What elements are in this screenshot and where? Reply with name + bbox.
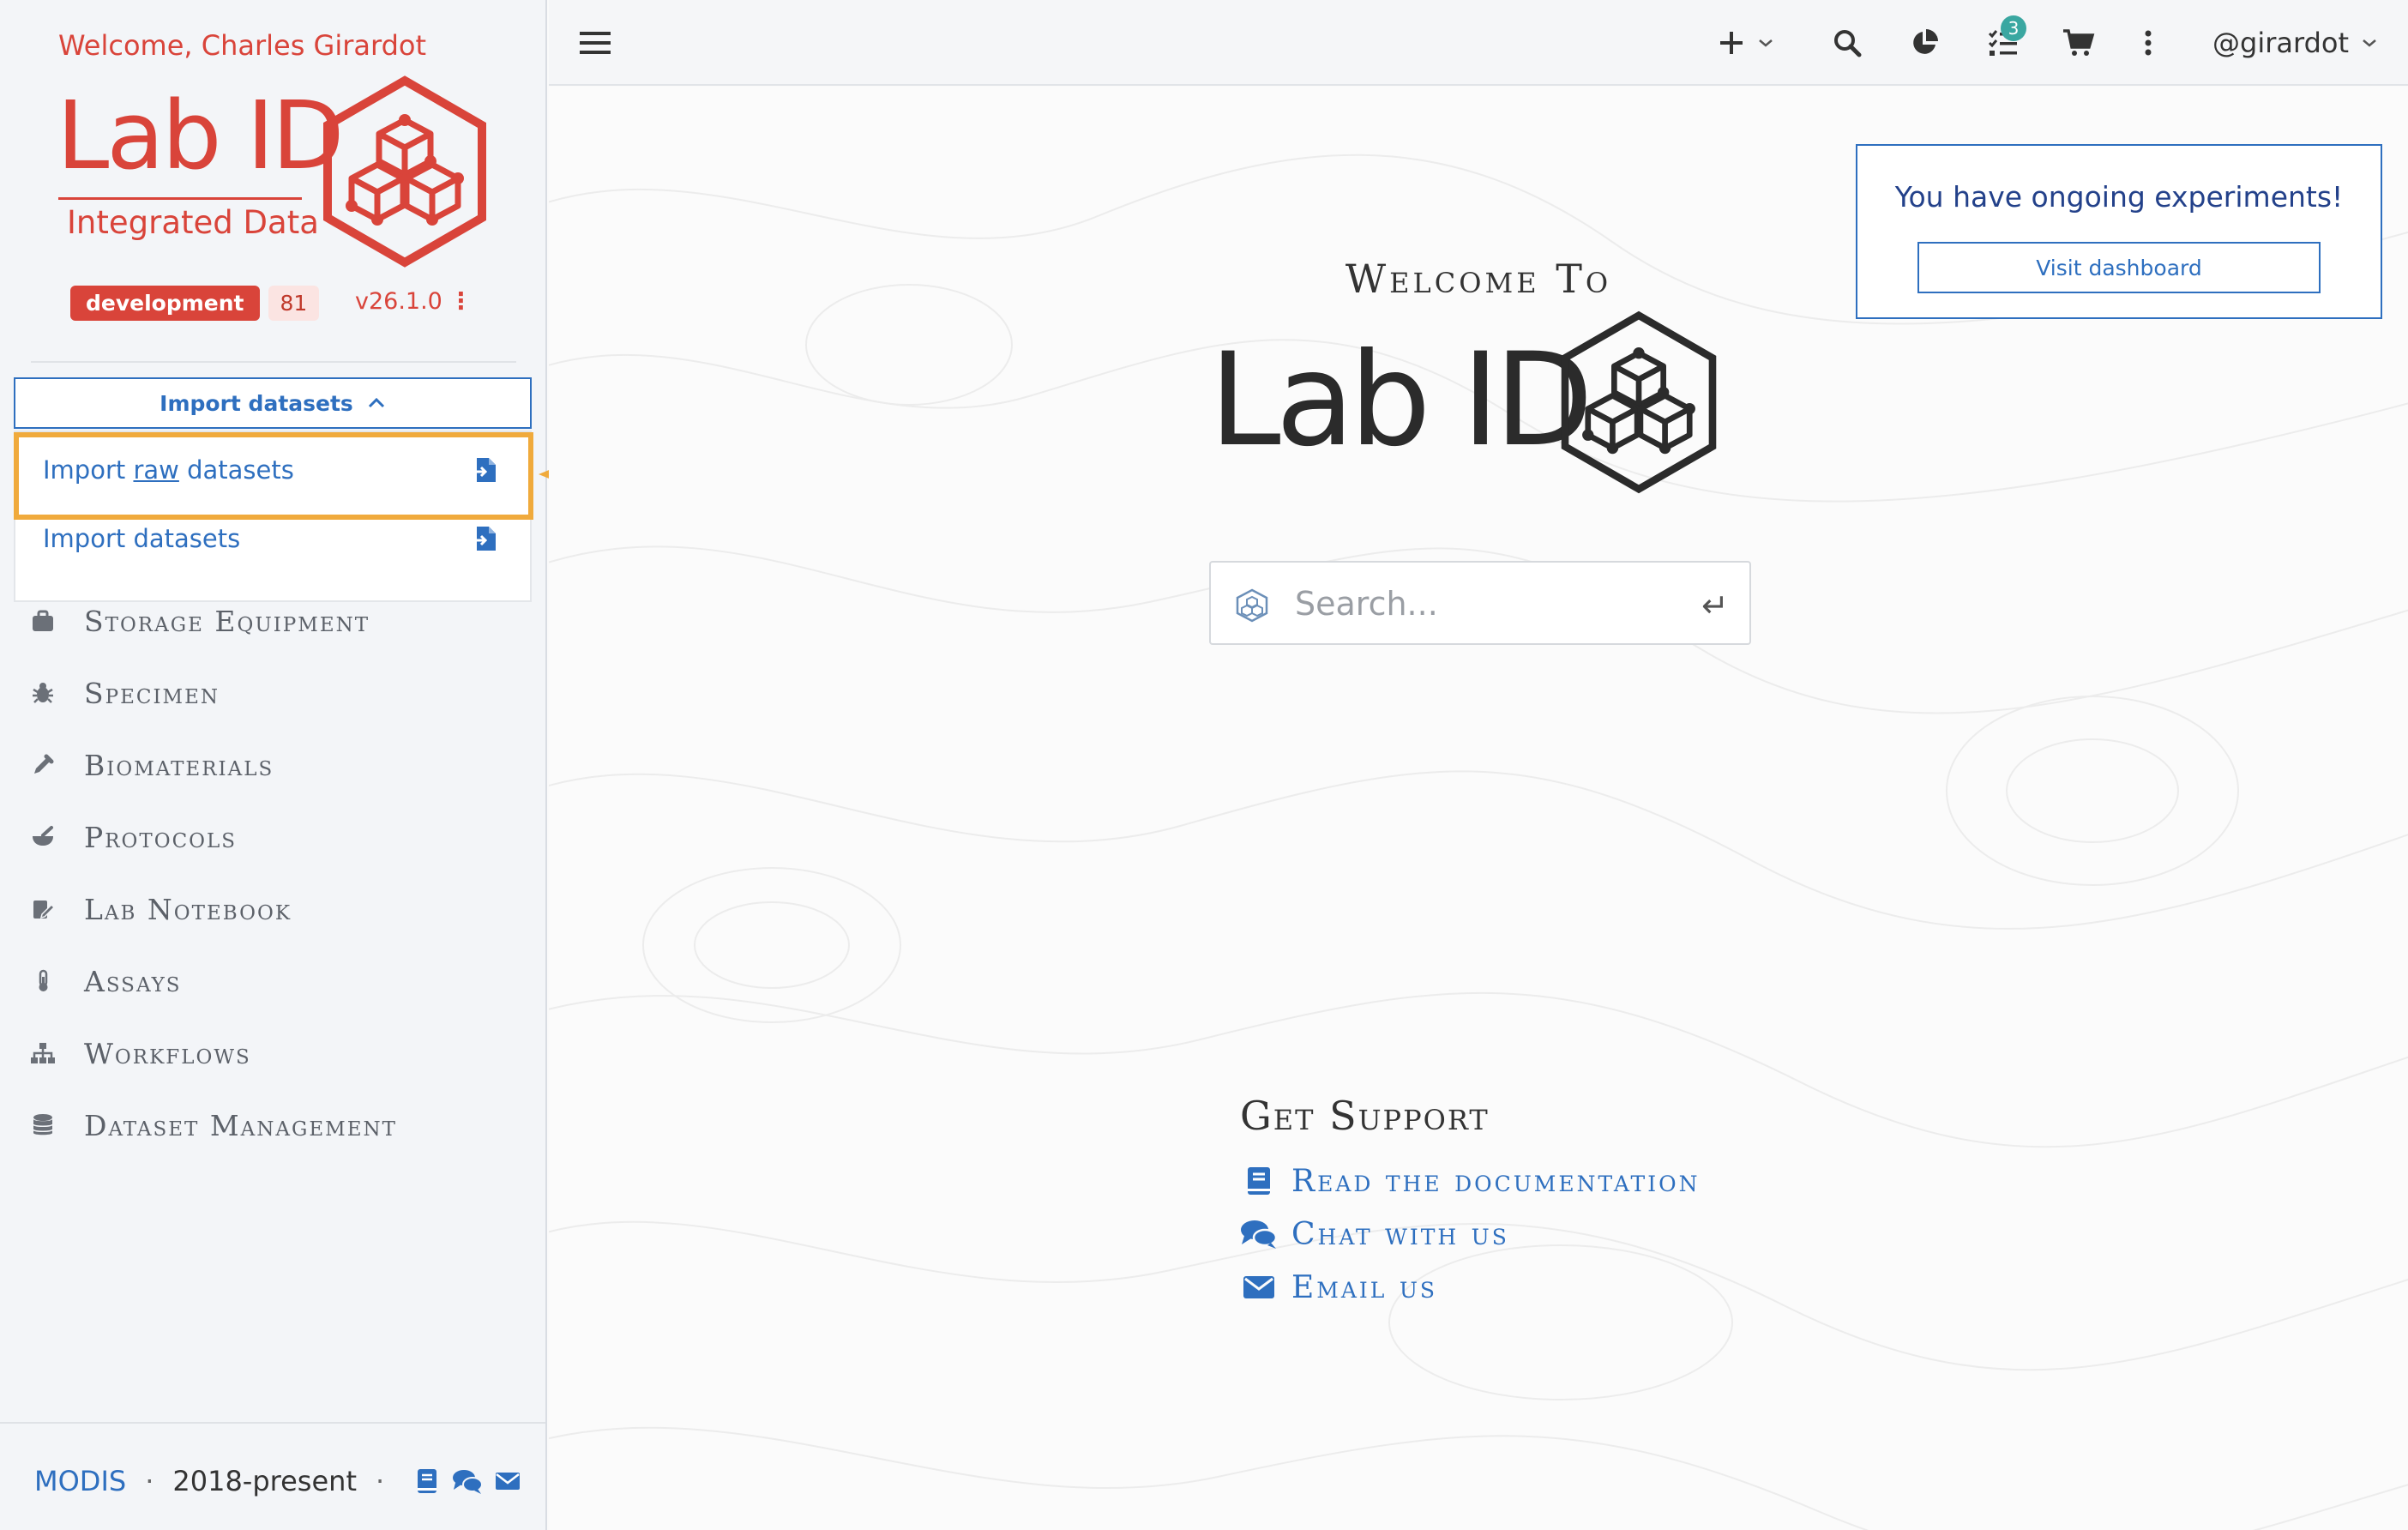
sidebar-item-lab-notebook[interactable]: Lab Notebook (26, 883, 292, 935)
footer-years: 2018-present (172, 1465, 357, 1497)
add-new-dropdown-button[interactable] (1708, 21, 1784, 65)
sidebar-item-protocols[interactable]: Protocols (26, 811, 237, 863)
search-input[interactable] (1295, 580, 1672, 628)
bug-icon (26, 676, 60, 710)
sidebar-divider (31, 361, 516, 363)
search-icon[interactable] (1825, 21, 1869, 65)
mortar-pestle-icon (26, 820, 60, 854)
import-toggle-label: Import datasets (160, 390, 353, 416)
nav-label: Biomaterials (84, 748, 274, 782)
lab-id-search-logo-icon (1236, 588, 1268, 623)
thermometer-icon (26, 964, 60, 998)
hero-wordmark: Lab ID (1209, 326, 1593, 475)
email-us-link[interactable]: Email us (1240, 1266, 1437, 1309)
logo-subtitle: Integrated Data (67, 204, 319, 241)
sidebar-item-assays[interactable]: Assays (26, 955, 182, 1007)
shopping-cart-icon[interactable] (2055, 21, 2103, 65)
support-heading: Get Support (1240, 1093, 1490, 1139)
nav-label: Dataset Management (84, 1108, 397, 1142)
tasks-count-badge: 3 (2001, 15, 2026, 41)
chevron-down-icon (1759, 39, 1773, 47)
version-label: v26.1.0 (355, 288, 442, 315)
support-link-label: Read the documentation (1291, 1163, 1701, 1199)
footer-org-link[interactable]: MODIS (34, 1465, 126, 1497)
top-navbar: 3 @girardot (549, 0, 2408, 86)
sidebar-item-storage-equipment[interactable]: Storage Equipment (26, 595, 370, 647)
hexagon-cubes-logo-icon (1561, 310, 1717, 494)
footer-separator: · (375, 1465, 385, 1497)
more-options-kebab-icon[interactable] (2134, 21, 2163, 65)
user-menu-dropdown[interactable]: @girardot (2212, 21, 2378, 65)
logo-wordmark: Lab ID (57, 81, 345, 190)
notebook-pen-icon (26, 892, 60, 926)
sidebar-item-dataset-management[interactable]: Dataset Management (26, 1099, 397, 1151)
environment-badge: development (70, 285, 260, 321)
import-datasets-label: Import datasets (43, 524, 241, 553)
global-search-box[interactable]: ↵ (1209, 561, 1751, 645)
pie-chart-icon[interactable] (1902, 21, 1947, 65)
highlight-box (14, 432, 533, 520)
sitemap-icon (26, 1036, 60, 1070)
book-icon[interactable] (413, 1467, 441, 1495)
chat-bubbles-icon[interactable] (451, 1467, 484, 1495)
nav-label: Specimen (84, 676, 220, 710)
hexagon-cubes-logo-icon (323, 75, 486, 268)
plus-icon (1720, 32, 1743, 54)
enter-key-icon[interactable]: ↵ (1701, 587, 1729, 624)
support-link-label: Chat with us (1291, 1216, 1509, 1252)
environment-count-badge: 81 (268, 285, 320, 321)
nav-label: Assays (84, 964, 182, 998)
briefcase-icon (26, 604, 60, 638)
book-icon (1240, 1164, 1278, 1198)
version-menu-kebab-icon[interactable]: ⋮ (449, 288, 473, 315)
read-documentation-link[interactable]: Read the documentation (1240, 1160, 1700, 1202)
app-logo[interactable]: Lab ID Integrated Data (57, 75, 503, 274)
file-import-icon (473, 527, 496, 551)
footer-separator: · (145, 1465, 154, 1497)
welcome-message: Welcome, Charles Girardot (58, 29, 427, 62)
hero-logo: Lab ID (1209, 310, 1741, 496)
eyedropper-icon (26, 748, 60, 782)
envelope-icon (1240, 1270, 1278, 1304)
chevron-down-icon (2363, 39, 2376, 47)
username-label: @girardot (2212, 27, 2349, 59)
welcome-heading: Welcome To (1345, 256, 1612, 302)
environment-badges: development 81 (70, 285, 320, 321)
sidebar-item-biomaterials[interactable]: Biomaterials (26, 739, 274, 791)
nav-label: Workflows (84, 1036, 251, 1070)
envelope-icon[interactable] (494, 1467, 521, 1495)
support-link-label: Email us (1291, 1269, 1438, 1305)
chat-bubbles-icon (1240, 1217, 1278, 1251)
hamburger-menu-icon[interactable] (571, 21, 619, 65)
sidebar-item-workflows[interactable]: Workflows (26, 1027, 251, 1079)
nav-label: Storage Equipment (84, 604, 370, 638)
database-icon (26, 1108, 60, 1142)
chevron-up-icon (368, 397, 384, 408)
notice-text: You have ongoing experiments! (1894, 180, 2344, 214)
sidebar-item-specimen[interactable]: Specimen (26, 667, 220, 719)
sidebar-footer: MODIS · 2018-present · (0, 1422, 545, 1530)
import-datasets-toggle-button[interactable]: Import datasets (14, 377, 532, 429)
chat-with-us-link[interactable]: Chat with us (1240, 1213, 1509, 1256)
main-content: You have ongoing experiments! Visit dash… (549, 87, 2408, 1530)
sidebar: Welcome, Charles Girardot Lab ID Integra… (0, 0, 547, 1530)
logo-rule (58, 197, 302, 200)
nav-label: Lab Notebook (84, 892, 292, 926)
nav-label: Protocols (84, 820, 238, 854)
